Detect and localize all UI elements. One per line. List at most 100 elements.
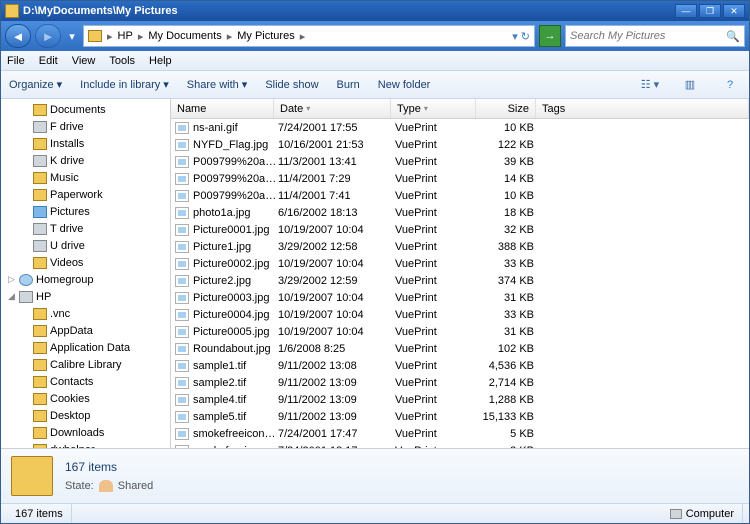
tree-item[interactable]: T drive [1,220,170,237]
file-type: VuePrint [395,292,480,304]
file-size: 10 KB [480,122,540,134]
tree-item[interactable]: Music [1,169,170,186]
file-row[interactable]: smokefreeicon.jpg7/24/2001 17:47VuePrint… [171,425,749,442]
column-name[interactable]: Name [171,99,274,118]
file-row[interactable]: Picture0004.jpg10/19/2007 10:04VuePrint3… [171,306,749,323]
share-with-button[interactable]: Share with ▾ [187,78,248,91]
file-type: VuePrint [395,207,480,219]
tree-label: Installs [50,138,84,150]
tree-item[interactable]: Paperwork [1,186,170,203]
breadcrumb-seg1[interactable]: My Documents [148,30,221,42]
file-row[interactable]: Picture0002.jpg10/19/2007 10:04VuePrint3… [171,255,749,272]
file-date: 9/11/2002 13:09 [278,377,395,389]
tree-item[interactable]: U drive [1,237,170,254]
tree-item[interactable]: Documents [1,101,170,118]
file-row[interactable]: sample5.tif9/11/2002 13:09VuePrint15,133… [171,408,749,425]
file-icon [175,156,189,168]
column-type[interactable]: Type▾ [391,99,476,118]
file-row[interactable]: Picture2.jpg3/29/2002 12:59VuePrint374 K… [171,272,749,289]
close-button[interactable]: ✕ [723,4,745,18]
file-row[interactable]: P009799%20all%203...11/4/2001 7:29VuePri… [171,170,749,187]
breadcrumb-root[interactable]: HP [118,30,133,42]
column-size[interactable]: Size [476,99,536,118]
view-options-button[interactable]: ☷ ▾ [639,75,661,95]
address-bar[interactable]: ▸ HP ▸ My Documents ▸ My Pictures ▸ ▾ ↻ [83,25,535,47]
tree-item[interactable]: K drive [1,152,170,169]
state-label: State: [65,480,94,492]
tree-item[interactable]: Application Data [1,339,170,356]
file-list[interactable]: ns-ani.gif7/24/2001 17:55VuePrint10 KBNY… [171,119,749,448]
file-size: 1,288 KB [480,394,540,406]
history-dropdown[interactable]: ▾ [65,25,79,47]
menu-view[interactable]: View [72,55,96,67]
tree-item[interactable]: Pictures [1,203,170,220]
tree-item[interactable]: ▷ Homegroup [1,271,170,288]
file-name: NYFD_Flag.jpg [193,139,278,151]
file-list-area: Name Date▾ Type▾ Size Tags ns-ani.gif7/2… [171,99,749,448]
tree-item[interactable]: Cookies [1,390,170,407]
help-button[interactable]: ? [719,75,741,95]
file-date: 11/4/2001 7:29 [278,173,395,185]
file-date: 9/11/2002 13:09 [278,411,395,423]
menu-help[interactable]: Help [149,55,172,67]
file-row[interactable]: Picture1.jpg3/29/2002 12:58VuePrint388 K… [171,238,749,255]
file-row[interactable]: sample4.tif9/11/2002 13:09VuePrint1,288 … [171,391,749,408]
back-button[interactable]: ◄ [5,24,31,48]
file-name: ns-ani.gif [193,122,278,134]
computer-icon [670,509,682,519]
folder-icon [33,257,47,269]
burn-button[interactable]: Burn [337,79,360,91]
navigation-tree[interactable]: DocumentsF drive Installs K driveMusicPape… [1,99,171,448]
menu-file[interactable]: File [7,55,25,67]
minimize-button[interactable]: — [675,4,697,18]
include-library-button[interactable]: Include in library ▾ [80,78,169,91]
tree-item[interactable]: Downloads [1,424,170,441]
organize-button[interactable]: Organize ▾ [9,78,62,91]
forward-button[interactable]: ► [35,24,61,48]
tree-item[interactable]: Installs [1,135,170,152]
file-row[interactable]: P009799%20all%203...11/4/2001 7:41VuePri… [171,187,749,204]
column-date[interactable]: Date▾ [274,99,391,118]
go-button[interactable]: → [539,25,561,47]
file-row[interactable]: Picture0001.jpg10/19/2007 10:04VuePrint3… [171,221,749,238]
file-type: VuePrint [395,139,480,151]
tree-item[interactable]: .vnc [1,305,170,322]
file-row[interactable]: P009799%20all%203...11/3/2001 13:41VuePr… [171,153,749,170]
file-type: VuePrint [395,326,480,338]
menu-edit[interactable]: Edit [39,55,58,67]
tree-item[interactable]: Contacts [1,373,170,390]
tree-label: Homegroup [36,274,93,286]
expand-icon[interactable]: ▷ [7,274,16,285]
preview-pane-button[interactable]: ▥ [679,75,701,95]
file-row[interactable]: Picture0005.jpg10/19/2007 10:04VuePrint3… [171,323,749,340]
file-row[interactable]: Picture0003.jpg10/19/2007 10:04VuePrint3… [171,289,749,306]
file-type: VuePrint [395,258,480,270]
refresh-dropdown[interactable]: ▾ ↻ [512,30,530,43]
file-row[interactable]: ns-ani.gif7/24/2001 17:55VuePrint10 KB [171,119,749,136]
expand-icon[interactable]: ◢ [7,291,16,302]
column-tags[interactable]: Tags [536,99,749,118]
tree-item[interactable]: dwhelper [1,441,170,448]
search-box[interactable]: 🔍 [565,25,745,47]
file-row[interactable]: sample2.tif9/11/2002 13:09VuePrint2,714 … [171,374,749,391]
tree-item[interactable]: Videos [1,254,170,271]
breadcrumb-seg2[interactable]: My Pictures [237,30,294,42]
tree-item[interactable]: AppData [1,322,170,339]
file-size: 33 KB [480,309,540,321]
content-area: DocumentsF drive Installs K driveMusicPape… [1,99,749,448]
maximize-button[interactable]: ❐ [699,4,721,18]
slideshow-button[interactable]: Slide show [265,79,318,91]
file-row[interactable]: Roundabout.jpg1/6/2008 8:25VuePrint102 K… [171,340,749,357]
search-input[interactable] [570,30,722,42]
state-row: State: Shared [65,480,153,492]
group-icon [19,274,33,286]
menu-tools[interactable]: Tools [109,55,135,67]
file-row[interactable]: photo1a.jpg6/16/2002 18:13VuePrint18 KB [171,204,749,221]
tree-item[interactable]: Calibre Library [1,356,170,373]
new-folder-button[interactable]: New folder [378,79,431,91]
file-row[interactable]: NYFD_Flag.jpg10/16/2001 21:53VuePrint122… [171,136,749,153]
file-row[interactable]: sample1.tif9/11/2002 13:08VuePrint4,536 … [171,357,749,374]
tree-item[interactable]: F drive [1,118,170,135]
tree-item[interactable]: Desktop [1,407,170,424]
tree-item[interactable]: ◢HP [1,288,170,305]
